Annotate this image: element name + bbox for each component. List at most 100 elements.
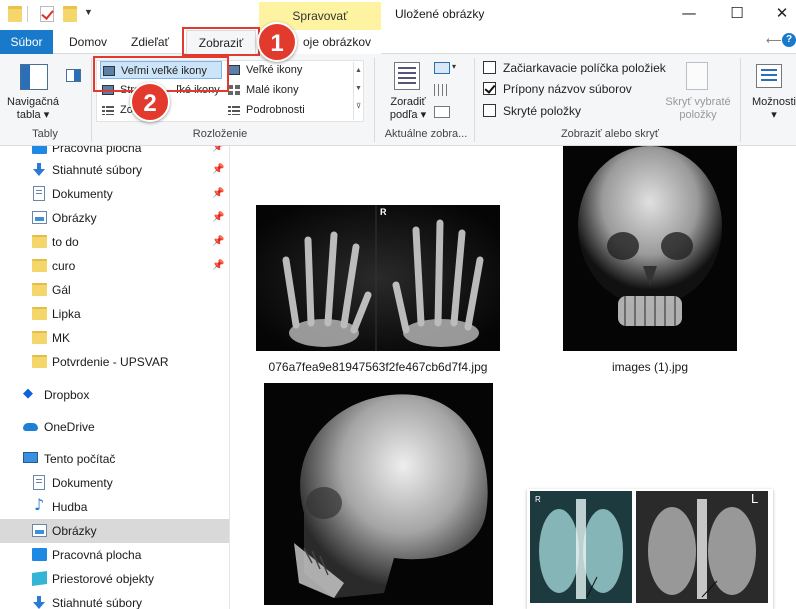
folder-icon (32, 307, 47, 320)
layout-gallery-scroll[interactable]: ▲ ▼ ⊽ (353, 62, 363, 120)
nav-item-folder[interactable]: to do 📌 (0, 230, 229, 254)
nav-label: OneDrive (44, 420, 95, 434)
nav-item-folder[interactable]: curo 📌 (0, 254, 229, 278)
3d-objects-icon (32, 570, 47, 587)
nav-item-pictures[interactable]: Obrázky 📌 (0, 206, 229, 230)
navigation-pane: Pracovná plocha 📌 Stiahnuté súbory 📌 Dok… (0, 146, 230, 609)
sort-by-line2: podľa ▾ (389, 109, 427, 121)
group-separator (91, 58, 92, 142)
nav-label: Gál (52, 283, 71, 297)
nav-label: Pracovná plocha (52, 548, 142, 562)
title-bar: ▼ Spravovať Uložené obrázky — ☐ ✕ (0, 0, 796, 30)
layout-small-icons[interactable]: Malé ikony (226, 81, 350, 99)
nav-item-music[interactable]: Hudba (0, 493, 229, 519)
nav-item-folder[interactable]: Potvrdenie - UPSVAR (0, 350, 229, 374)
navigation-pane-button[interactable] (20, 64, 48, 90)
options-label: Možnosti (751, 96, 796, 108)
nav-item-folder[interactable]: Gál (0, 278, 229, 302)
new-folder-icon[interactable] (63, 6, 77, 22)
tab-file[interactable]: Súbor (0, 30, 53, 54)
add-columns-icon[interactable] (434, 84, 448, 96)
ribbon-tabs: Súbor Domov Zdieľať Zobraziť oje obrázko… (0, 30, 796, 55)
skull-side-xray-image (264, 383, 493, 605)
nav-item-folder[interactable]: MK (0, 326, 229, 350)
hide-selected-button[interactable]: Skryť vybraté položky (662, 96, 734, 122)
file-extensions-checkbox[interactable] (483, 82, 496, 95)
minimize-button[interactable]: — (667, 0, 711, 28)
maximize-button[interactable]: ☐ (715, 0, 759, 28)
callout-badge: 1 (257, 22, 297, 62)
file-thumbnail-skull-side[interactable] (264, 383, 493, 605)
group-label-panes: Tably (32, 128, 58, 140)
file-name[interactable]: images (1).jpg (563, 360, 737, 374)
hidden-items-label: Skryté položky (503, 104, 582, 118)
music-icon (32, 493, 47, 517)
file-name[interactable]: 076a7fea9e81947563f2fe467cb6d7f4.jpg (256, 360, 500, 374)
nav-item-3d-objects[interactable]: Priestorové objekty (0, 567, 229, 591)
nav-item-documents[interactable]: Dokumenty 📌 (0, 182, 229, 206)
tab-home[interactable]: Domov (60, 30, 116, 54)
group-label-show-hide: Zobraziť alebo skryť (560, 128, 660, 140)
folder-icon (32, 331, 47, 344)
window-title: Uložené obrázky (395, 7, 485, 21)
properties-icon[interactable] (40, 6, 54, 22)
nav-pane-icon (21, 65, 30, 89)
this-pc-icon (23, 452, 38, 463)
options-button[interactable]: Možnosti ▾ (744, 96, 796, 122)
nav-item-downloads[interactable]: Stiahnuté súbory (0, 591, 229, 609)
chest-xray-image (530, 491, 768, 603)
quick-access-dropdown-icon[interactable]: ▼ (84, 7, 93, 17)
documents-icon (33, 475, 45, 490)
hide-selected-line2: položky (679, 109, 717, 121)
nav-item-desktop[interactable]: Pracovná plocha (0, 543, 229, 567)
ribbon-pin-icon[interactable]: ⟵ (766, 34, 782, 47)
group-separator (374, 58, 375, 142)
item-checkboxes-checkbox[interactable] (483, 61, 496, 74)
folder-icon (32, 235, 47, 248)
nav-item-documents[interactable]: Dokumenty (0, 471, 229, 495)
folder-icon (32, 355, 47, 368)
nav-item-folder[interactable]: Lipka (0, 302, 229, 326)
pictures-icon (32, 524, 47, 537)
nav-item-onedrive[interactable]: OneDrive (0, 415, 229, 439)
desktop-icon (32, 548, 47, 561)
sort-by-line2-text: podľa (389, 109, 418, 121)
nav-item-pictures[interactable]: Obrázky (0, 519, 229, 543)
sort-by-button[interactable] (394, 62, 420, 90)
file-thumbnail-hands[interactable]: R (256, 205, 500, 351)
pin-icon: 📌 (212, 188, 225, 199)
nav-item-downloads[interactable]: Stiahnuté súbory 📌 (0, 158, 229, 182)
group-by-dropdown-icon[interactable]: ▾ (452, 62, 456, 71)
hide-selected-icon (686, 62, 708, 90)
group-separator (740, 58, 741, 142)
group-by-icon[interactable] (434, 62, 450, 74)
tab-share[interactable]: Zdieľať (120, 30, 180, 54)
nav-item-dropbox[interactable]: Dropbox (0, 382, 229, 407)
size-columns-icon[interactable] (434, 106, 450, 118)
options-icon (756, 64, 782, 88)
desktop-icon (32, 146, 47, 154)
preview-pane-icon[interactable] (66, 69, 81, 82)
documents-icon (33, 186, 45, 201)
layout-large-icons[interactable]: Veľké ikony (226, 61, 350, 79)
pin-icon: 📌 (212, 212, 225, 223)
hidden-items-checkbox[interactable] (483, 104, 496, 117)
xray-marker-r: R (380, 207, 387, 217)
layout-details[interactable]: Podrobnosti (226, 101, 350, 119)
file-thumbnail-skull-front[interactable] (563, 146, 737, 351)
file-thumbnail-chest[interactable]: R L (527, 489, 773, 609)
close-button[interactable]: ✕ (760, 0, 796, 28)
folder-icon (8, 6, 22, 22)
item-checkboxes-label: Začiarkavacie políčka položiek (503, 61, 666, 75)
help-icon[interactable]: ? (782, 33, 796, 47)
options-chevron-icon: ▾ (771, 109, 777, 121)
nav-item-this-pc[interactable]: Tento počítač (0, 447, 229, 471)
tab-picture-tools-label: oje obrázkov (303, 35, 372, 49)
nav-label: to do (52, 235, 79, 249)
navigation-pane-label: Navigačná tabla ▾ (2, 96, 64, 122)
hands-xray-image (256, 205, 500, 351)
nav-label: Hudba (52, 500, 88, 514)
onedrive-icon (23, 423, 38, 431)
pictures-icon (32, 211, 47, 224)
layout-item-label: Podrobnosti (246, 104, 305, 116)
